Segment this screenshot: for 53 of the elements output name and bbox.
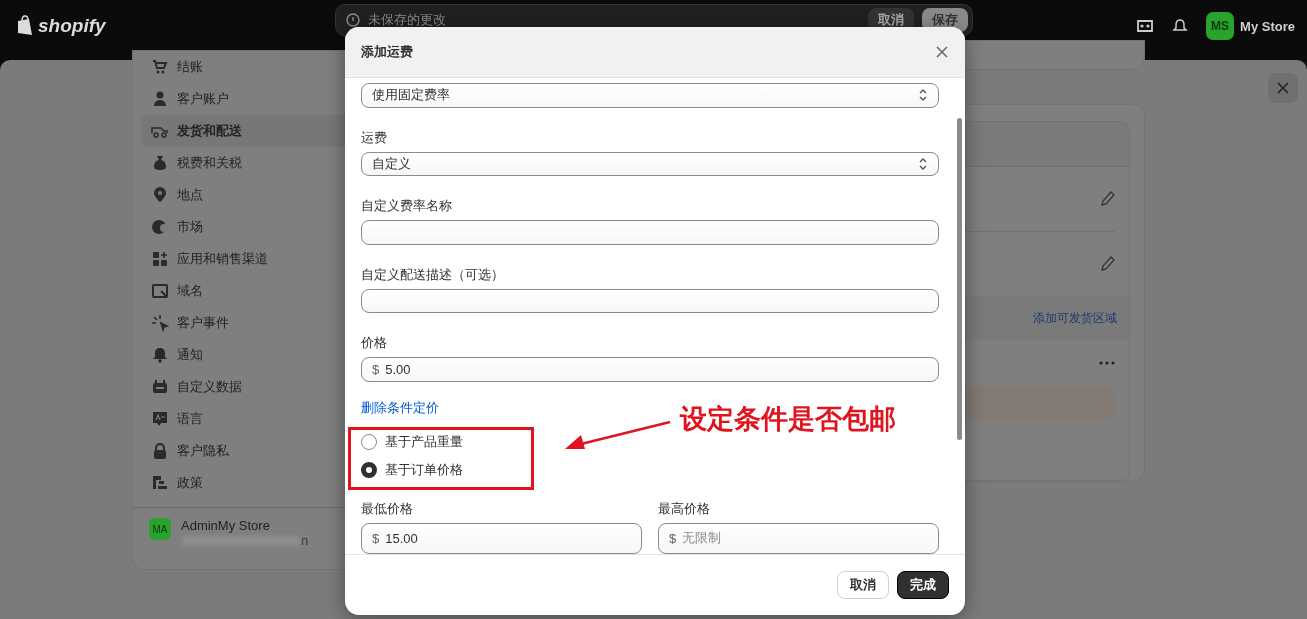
close-icon[interactable] [1277, 82, 1289, 94]
mascot-icon[interactable] [1136, 18, 1155, 34]
field-label: 最低价格 [361, 500, 414, 517]
radio-option[interactable]: 基于订单价格 [361, 460, 939, 479]
sidebar-icon [151, 314, 169, 332]
chevron-icon[interactable] [918, 156, 928, 171]
sidebar-icon [151, 90, 169, 108]
edit-icon[interactable] [1101, 256, 1115, 272]
sidebar-icon [151, 346, 169, 364]
sidebar-icon [151, 154, 169, 172]
chevron-icon[interactable] [918, 88, 928, 103]
sidebar-icon [151, 378, 169, 396]
scrollbar[interactable] [957, 118, 962, 440]
field-label: 最高价格 [658, 500, 711, 517]
sidebar-icon [151, 442, 169, 460]
select-field[interactable]: 自定义 [361, 151, 939, 177]
remove-conditions-link[interactable]: 删除条件定价 [361, 398, 439, 417]
add-zone-link[interactable]: 添加可发货区域 [1033, 309, 1117, 327]
close-button[interactable] [1268, 73, 1298, 103]
input-field[interactable]: $ 15.00 [361, 522, 642, 554]
more-icon[interactable] [1099, 361, 1115, 365]
sidebar-icon [151, 58, 169, 76]
user-name: AdminMy Store [181, 518, 271, 533]
input-field[interactable] [361, 288, 939, 314]
unsaved-message: 未保存的更改 [368, 11, 447, 29]
select-field[interactable]: 使用固定费率 [361, 83, 939, 108]
store-name[interactable]: My Store [1240, 18, 1295, 34]
modal-title: 添加运费 [361, 43, 413, 61]
bag-icon [16, 15, 34, 37]
done-button[interactable]: 完成 [897, 571, 949, 599]
edit-icon[interactable] [1101, 191, 1115, 207]
logo[interactable]: shopify [38, 15, 106, 37]
notification-icon[interactable] [1172, 18, 1189, 34]
sidebar-icon [151, 186, 169, 204]
alert-icon [346, 13, 360, 27]
field-label: 运费 [361, 129, 388, 146]
radio-button[interactable] [361, 461, 377, 478]
input-field[interactable]: $ 无限制 [658, 522, 939, 554]
input-field[interactable] [361, 220, 939, 245]
store-avatar[interactable]: MS [1206, 12, 1235, 40]
sidebar-icon [151, 218, 169, 236]
user-avatar[interactable]: MA [149, 518, 171, 540]
input-field[interactable]: $ 5.00 [361, 357, 939, 382]
sidebar-icon [151, 474, 169, 492]
radio-button[interactable] [361, 433, 377, 450]
field-label: 自定义配送描述（可选） [361, 266, 505, 283]
field-label: 价格 [361, 335, 388, 352]
sidebar-icon [151, 410, 169, 428]
user-email: n [301, 533, 309, 548]
cancel-button[interactable]: 取消 [837, 571, 889, 599]
sidebar-icon [151, 250, 169, 268]
close-button[interactable] [935, 45, 949, 59]
sidebar-icon [151, 282, 169, 300]
